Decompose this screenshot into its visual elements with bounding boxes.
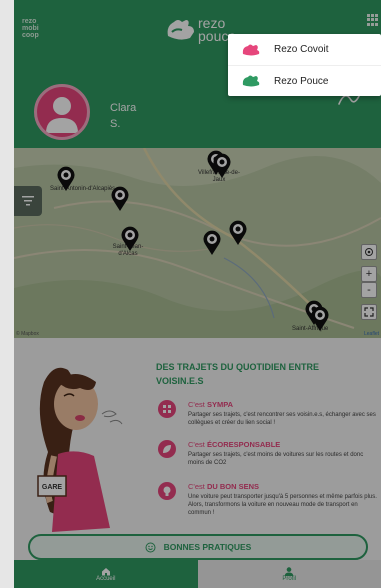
covoit-logo-icon bbox=[242, 44, 260, 55]
menu-item-rezo-covoit[interactable]: Rezo Covoit bbox=[228, 34, 381, 65]
menu-item-rezo-pouce[interactable]: Rezo Pouce bbox=[228, 65, 381, 96]
app-screen: rezo mobi coop rezo pouce Clara S. Saint… bbox=[14, 0, 381, 588]
app-switcher-menu: Rezo Covoit Rezo Pouce bbox=[228, 34, 381, 96]
pouce-logo-icon bbox=[242, 75, 260, 87]
